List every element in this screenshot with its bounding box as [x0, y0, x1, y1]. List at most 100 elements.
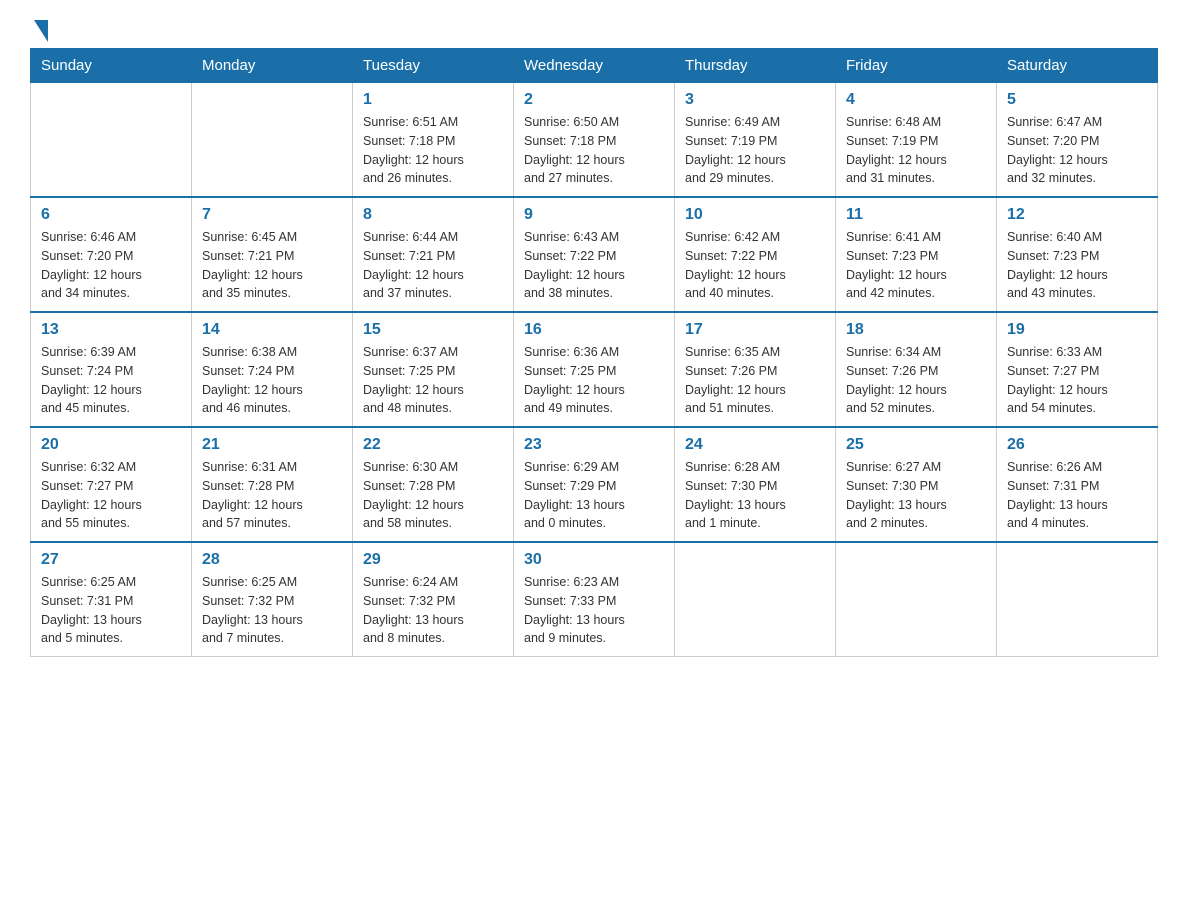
calendar-week-row: 20 Sunrise: 6:32 AM Sunset: 7:27 PM Dayli…: [31, 427, 1158, 542]
calendar-cell: 27 Sunrise: 6:25 AM Sunset: 7:31 PM Dayli…: [31, 542, 192, 657]
calendar-cell: 10 Sunrise: 6:42 AM Sunset: 7:22 PM Dayli…: [675, 197, 836, 312]
calendar-cell: [192, 83, 353, 198]
calendar-cell: 18 Sunrise: 6:34 AM Sunset: 7:26 PM Dayli…: [836, 312, 997, 427]
day-number: 7: [202, 206, 342, 224]
weekday-header: Monday: [192, 49, 353, 83]
day-number: 19: [1007, 321, 1147, 339]
calendar-table: SundayMondayTuesdayWednesdayThursdayFrid…: [30, 48, 1158, 657]
day-info: Sunrise: 6:36 AM Sunset: 7:25 PM Dayligh…: [524, 343, 664, 418]
day-info: Sunrise: 6:39 AM Sunset: 7:24 PM Dayligh…: [41, 343, 181, 418]
day-info: Sunrise: 6:25 AM Sunset: 7:31 PM Dayligh…: [41, 573, 181, 648]
calendar-cell: 28 Sunrise: 6:25 AM Sunset: 7:32 PM Dayli…: [192, 542, 353, 657]
calendar-cell: [997, 542, 1158, 657]
calendar-week-row: 6Sunrise: 6:46 AM Sunset: 7:20 PM Daylig…: [31, 197, 1158, 312]
calendar-week-row: 27 Sunrise: 6:25 AM Sunset: 7:31 PM Dayli…: [31, 542, 1158, 657]
weekday-header: Sunday: [31, 49, 192, 83]
day-info: Sunrise: 6:29 AM Sunset: 7:29 PM Dayligh…: [524, 458, 664, 533]
day-info: Sunrise: 6:24 AM Sunset: 7:32 PM Dayligh…: [363, 573, 503, 648]
day-number: 30: [524, 551, 664, 569]
logo-triangle-icon: [34, 20, 48, 42]
day-number: 20: [41, 436, 181, 454]
calendar-cell: 15 Sunrise: 6:37 AM Sunset: 7:25 PM Dayli…: [353, 312, 514, 427]
calendar-cell: 22 Sunrise: 6:30 AM Sunset: 7:28 PM Dayli…: [353, 427, 514, 542]
calendar-cell: 17Sunrise: 6:35 AM Sunset: 7:26 PM Dayli…: [675, 312, 836, 427]
day-info: Sunrise: 6:31 AM Sunset: 7:28 PM Dayligh…: [202, 458, 342, 533]
calendar-cell: 1 Sunrise: 6:51 AM Sunset: 7:18 PM Daylig…: [353, 83, 514, 198]
day-number: 3: [685, 91, 825, 109]
day-info: Sunrise: 6:45 AM Sunset: 7:21 PM Dayligh…: [202, 228, 342, 303]
calendar-cell: 8 Sunrise: 6:44 AM Sunset: 7:21 PM Daylig…: [353, 197, 514, 312]
day-number: 29: [363, 551, 503, 569]
day-info: Sunrise: 6:30 AM Sunset: 7:28 PM Dayligh…: [363, 458, 503, 533]
calendar-cell: 9 Sunrise: 6:43 AM Sunset: 7:22 PM Daylig…: [514, 197, 675, 312]
day-info: Sunrise: 6:28 AM Sunset: 7:30 PM Dayligh…: [685, 458, 825, 533]
day-info: Sunrise: 6:40 AM Sunset: 7:23 PM Dayligh…: [1007, 228, 1147, 303]
calendar-cell: 5Sunrise: 6:47 AM Sunset: 7:20 PM Daylig…: [997, 83, 1158, 198]
calendar-cell: 29 Sunrise: 6:24 AM Sunset: 7:32 PM Dayli…: [353, 542, 514, 657]
day-number: 28: [202, 551, 342, 569]
day-number: 21: [202, 436, 342, 454]
day-info: Sunrise: 6:37 AM Sunset: 7:25 PM Dayligh…: [363, 343, 503, 418]
day-info: Sunrise: 6:46 AM Sunset: 7:20 PM Dayligh…: [41, 228, 181, 303]
weekday-header: Friday: [836, 49, 997, 83]
day-number: 14: [202, 321, 342, 339]
day-info: Sunrise: 6:48 AM Sunset: 7:19 PM Dayligh…: [846, 113, 986, 188]
day-number: 10: [685, 206, 825, 224]
weekday-header: Wednesday: [514, 49, 675, 83]
day-info: Sunrise: 6:47 AM Sunset: 7:20 PM Dayligh…: [1007, 113, 1147, 188]
day-info: Sunrise: 6:42 AM Sunset: 7:22 PM Dayligh…: [685, 228, 825, 303]
weekday-header: Thursday: [675, 49, 836, 83]
day-info: Sunrise: 6:43 AM Sunset: 7:22 PM Dayligh…: [524, 228, 664, 303]
day-info: Sunrise: 6:41 AM Sunset: 7:23 PM Dayligh…: [846, 228, 986, 303]
day-number: 27: [41, 551, 181, 569]
calendar-cell: 26Sunrise: 6:26 AM Sunset: 7:31 PM Dayli…: [997, 427, 1158, 542]
day-number: 26: [1007, 436, 1147, 454]
day-number: 12: [1007, 206, 1147, 224]
day-number: 11: [846, 206, 986, 224]
day-info: Sunrise: 6:51 AM Sunset: 7:18 PM Dayligh…: [363, 113, 503, 188]
day-info: Sunrise: 6:34 AM Sunset: 7:26 PM Dayligh…: [846, 343, 986, 418]
weekday-header: Tuesday: [353, 49, 514, 83]
calendar-week-row: 13 Sunrise: 6:39 AM Sunset: 7:24 PM Dayli…: [31, 312, 1158, 427]
calendar-cell: [31, 83, 192, 198]
calendar-cell: [675, 542, 836, 657]
day-info: Sunrise: 6:32 AM Sunset: 7:27 PM Dayligh…: [41, 458, 181, 533]
logo: [30, 20, 48, 38]
calendar-cell: 16 Sunrise: 6:36 AM Sunset: 7:25 PM Dayli…: [514, 312, 675, 427]
calendar-cell: 20 Sunrise: 6:32 AM Sunset: 7:27 PM Dayli…: [31, 427, 192, 542]
calendar-cell: 30 Sunrise: 6:23 AM Sunset: 7:33 PM Dayli…: [514, 542, 675, 657]
day-info: Sunrise: 6:50 AM Sunset: 7:18 PM Dayligh…: [524, 113, 664, 188]
day-number: 16: [524, 321, 664, 339]
day-info: Sunrise: 6:27 AM Sunset: 7:30 PM Dayligh…: [846, 458, 986, 533]
day-info: Sunrise: 6:38 AM Sunset: 7:24 PM Dayligh…: [202, 343, 342, 418]
day-number: 1: [363, 91, 503, 109]
calendar-week-row: 1 Sunrise: 6:51 AM Sunset: 7:18 PM Daylig…: [31, 83, 1158, 198]
day-number: 18: [846, 321, 986, 339]
calendar-cell: 13 Sunrise: 6:39 AM Sunset: 7:24 PM Dayli…: [31, 312, 192, 427]
calendar-cell: 2 Sunrise: 6:50 AM Sunset: 7:18 PM Daylig…: [514, 83, 675, 198]
calendar-cell: 21 Sunrise: 6:31 AM Sunset: 7:28 PM Dayli…: [192, 427, 353, 542]
calendar-header-row: SundayMondayTuesdayWednesdayThursdayFrid…: [31, 49, 1158, 83]
day-number: 9: [524, 206, 664, 224]
day-number: 24: [685, 436, 825, 454]
calendar-cell: 4 Sunrise: 6:48 AM Sunset: 7:19 PM Daylig…: [836, 83, 997, 198]
day-info: Sunrise: 6:44 AM Sunset: 7:21 PM Dayligh…: [363, 228, 503, 303]
calendar-cell: 6Sunrise: 6:46 AM Sunset: 7:20 PM Daylig…: [31, 197, 192, 312]
day-number: 2: [524, 91, 664, 109]
day-number: 22: [363, 436, 503, 454]
calendar-cell: 12 Sunrise: 6:40 AM Sunset: 7:23 PM Dayli…: [997, 197, 1158, 312]
day-number: 8: [363, 206, 503, 224]
calendar-cell: 7 Sunrise: 6:45 AM Sunset: 7:21 PM Daylig…: [192, 197, 353, 312]
day-number: 4: [846, 91, 986, 109]
calendar-cell: 23Sunrise: 6:29 AM Sunset: 7:29 PM Dayli…: [514, 427, 675, 542]
day-info: Sunrise: 6:25 AM Sunset: 7:32 PM Dayligh…: [202, 573, 342, 648]
day-info: Sunrise: 6:33 AM Sunset: 7:27 PM Dayligh…: [1007, 343, 1147, 418]
day-number: 15: [363, 321, 503, 339]
day-info: Sunrise: 6:23 AM Sunset: 7:33 PM Dayligh…: [524, 573, 664, 648]
day-info: Sunrise: 6:49 AM Sunset: 7:19 PM Dayligh…: [685, 113, 825, 188]
calendar-cell: 3 Sunrise: 6:49 AM Sunset: 7:19 PM Daylig…: [675, 83, 836, 198]
weekday-header: Saturday: [997, 49, 1158, 83]
calendar-cell: 14 Sunrise: 6:38 AM Sunset: 7:24 PM Dayli…: [192, 312, 353, 427]
day-number: 13: [41, 321, 181, 339]
day-number: 25: [846, 436, 986, 454]
